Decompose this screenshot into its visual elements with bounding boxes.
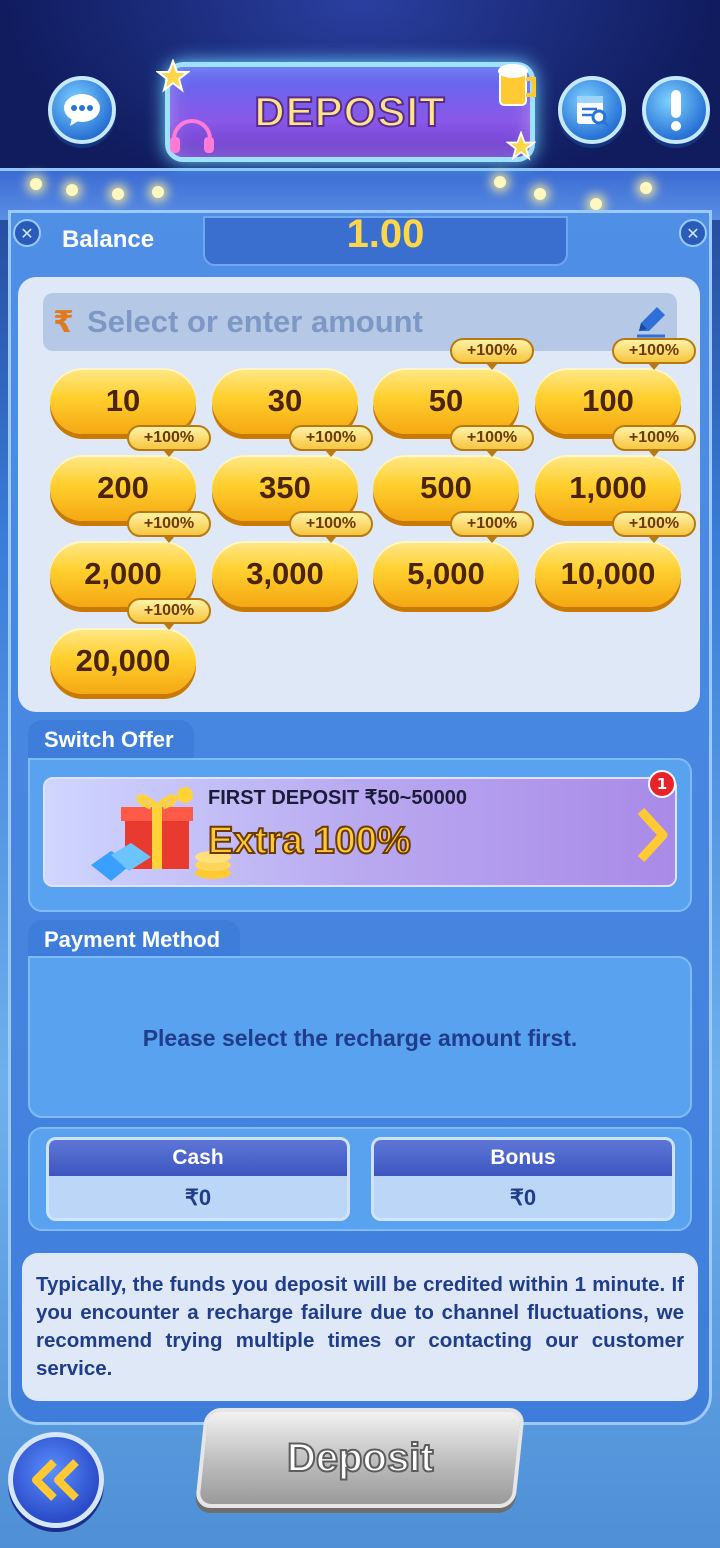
amount-chip-label: 200 — [97, 470, 149, 505]
bonus-badge: +100% — [612, 338, 696, 370]
bonus-badge: +100% — [127, 511, 211, 543]
amount-chip-label: 350 — [259, 470, 311, 505]
amount-input[interactable]: ₹ Select or enter amount — [43, 293, 677, 351]
bonus-badge: +100% — [450, 425, 534, 457]
payment-method-tab: Payment Method — [28, 920, 241, 960]
rupee-icon: ₹ — [53, 304, 74, 340]
corner-bolt-icon: ✕ — [13, 219, 41, 247]
light-bulb — [534, 188, 546, 200]
info-button[interactable] — [642, 76, 710, 144]
bonus-value: ₹0 — [509, 1185, 537, 1210]
amount-chip-label: 20,000 — [75, 643, 171, 678]
headphones-icon — [170, 119, 214, 153]
cash-label: Cash — [49, 1140, 347, 1176]
amount-chip-label: 500 — [420, 470, 472, 505]
balance-label: Balance — [62, 226, 155, 253]
page-title-plate: DEPOSIT — [156, 59, 536, 162]
bonus-badge: +100% — [450, 338, 534, 370]
offer-title: FIRST DEPOSIT ₹50~50000 — [208, 787, 467, 809]
bonus-badge: +100% — [289, 511, 373, 543]
amount-chip-label: 10,000 — [560, 556, 656, 591]
amount-chip-label: 30 — [267, 383, 303, 418]
payment-message: Please select the recharge amount first. — [142, 1025, 578, 1051]
corner-bolt-icon: ✕ — [679, 219, 707, 247]
light-bulb — [30, 178, 42, 190]
deposit-button-label: Deposit — [286, 1435, 435, 1481]
records-button[interactable] — [558, 76, 626, 144]
cash-value: ₹0 — [184, 1185, 212, 1210]
amount-chip-label: 50 — [428, 383, 464, 418]
chevron-right-icon — [637, 807, 668, 863]
amount-chip-label: 100 — [582, 383, 634, 418]
cash-box: Cash ₹0 — [46, 1137, 350, 1221]
amount-placeholder: Select or enter amount — [87, 304, 423, 339]
pencil-icon[interactable] — [633, 303, 669, 339]
payment-method-label: Payment Method — [44, 927, 221, 952]
light-bulb — [494, 176, 506, 188]
offer-headline: Extra 100% — [207, 819, 412, 863]
bonus-badge: +100% — [289, 425, 373, 457]
amount-chip-5000[interactable]: 5,000 — [373, 541, 519, 607]
bonus-box: Bonus ₹0 — [371, 1137, 675, 1221]
balance-value: 1.00 — [346, 211, 425, 256]
amount-chip-label: 10 — [105, 383, 141, 418]
amount-chip-3000[interactable]: 3,000 — [212, 541, 358, 607]
info-note-card: Typically, the funds you deposit will be… — [22, 1253, 698, 1401]
light-bulb — [590, 198, 602, 210]
amount-chip-label: 5,000 — [407, 556, 485, 591]
light-bulb — [112, 188, 124, 200]
bonus-badge: +100% — [450, 511, 534, 543]
info-note-text: Typically, the funds you deposit will be… — [36, 1273, 684, 1380]
switch-offer-label: Switch Offer — [44, 727, 174, 752]
amount-chip-10000[interactable]: 10,000 — [535, 541, 681, 607]
chat-support-icon — [64, 94, 100, 126]
page-title: DEPOSIT — [253, 87, 446, 136]
balance-display: 1.00 — [203, 212, 568, 266]
star-icon — [156, 59, 190, 93]
amount-chip-label: 1,000 — [569, 470, 647, 505]
back-button[interactable] — [8, 1432, 104, 1528]
bonus-badge: +100% — [612, 425, 696, 457]
records-search-icon — [577, 96, 610, 128]
bonus-badge: +100% — [127, 425, 211, 457]
bonus-badge: +100% — [127, 598, 211, 630]
customer-service-button[interactable] — [48, 76, 116, 144]
amount-chip-label: 2,000 — [84, 556, 162, 591]
bonus-badge: +100% — [612, 511, 696, 543]
light-bulb — [152, 186, 164, 198]
light-bulb — [640, 182, 652, 194]
notification-badge: 1 — [648, 770, 676, 798]
beer-mug-icon — [498, 64, 536, 106]
double-chevron-left-icon — [32, 1459, 79, 1501]
exclamation-icon — [671, 90, 681, 131]
amount-chip-20000[interactable]: 20,000 — [50, 628, 196, 694]
star-icon — [506, 131, 536, 161]
light-bulb — [66, 184, 78, 196]
switch-offer-tab[interactable]: Switch Offer — [28, 720, 194, 760]
bonus-label: Bonus — [374, 1140, 672, 1176]
deposit-button[interactable]: Deposit — [194, 1408, 526, 1508]
header-bar: DEPOSIT — [0, 0, 720, 220]
amount-chip-label: 3,000 — [246, 556, 324, 591]
